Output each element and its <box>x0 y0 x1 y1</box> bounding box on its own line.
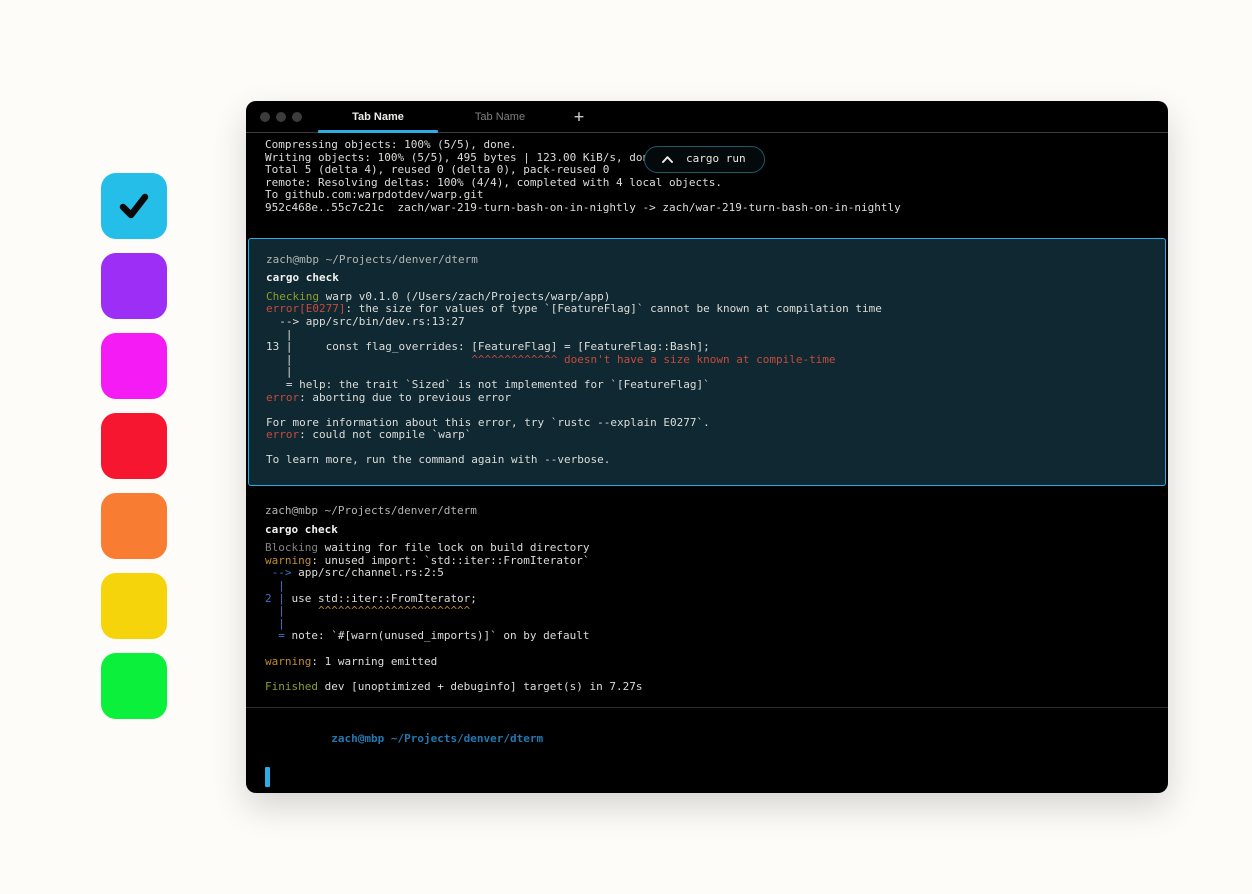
swatch-magenta[interactable] <box>101 333 167 399</box>
input-block[interactable]: zach@mbp ~/Projects/denver/dterm <box>246 708 1168 787</box>
new-tab-button[interactable]: + <box>564 101 594 133</box>
swatch-cyan[interactable] <box>101 173 167 239</box>
terminal-content: Compressing objects: 100% (5/5), done.Wr… <box>246 133 1168 792</box>
window-control-close[interactable] <box>260 112 270 122</box>
terminal-line: | ^^^^^^^^^^^^^ doesn't have a size know… <box>266 354 1148 367</box>
tab-label: Tab Name <box>475 111 525 124</box>
terminal-line: --> app/src/channel.rs:2:5 <box>265 567 1149 580</box>
prompt-text: zach@mbp ~/Projects/denver/dterm <box>331 732 543 745</box>
window-controls <box>260 101 302 133</box>
check-icon <box>115 187 153 225</box>
swatch-purple[interactable] <box>101 253 167 319</box>
page: Tab Name Tab Name + cargo run Compressin… <box>0 0 1252 894</box>
tab-inactive[interactable]: Tab Name <box>440 101 560 133</box>
swatch-yellow[interactable] <box>101 573 167 639</box>
window-control-maximize[interactable] <box>292 112 302 122</box>
tab-active[interactable]: Tab Name <box>318 101 438 133</box>
swatch-red[interactable] <box>101 413 167 479</box>
tab-label: Tab Name <box>352 111 404 124</box>
terminal-line: zach@mbp ~/Projects/denver/dterm <box>266 254 1148 267</box>
terminal-line: cargo check <box>265 524 1149 537</box>
swatch-orange[interactable] <box>101 493 167 559</box>
swatch-green[interactable] <box>101 653 167 719</box>
command-suggestion-pill[interactable]: cargo run <box>644 146 765 173</box>
terminal-line: warning: 1 warning emitted <box>265 656 1149 669</box>
title-bar: Tab Name Tab Name + <box>246 101 1168 133</box>
text-cursor <box>265 767 270 787</box>
terminal-line: cargo check <box>266 272 1148 285</box>
chevron-up-icon <box>661 155 674 164</box>
terminal-line: To learn more, run the command again wit… <box>266 454 1148 467</box>
terminal-window: Tab Name Tab Name + cargo run Compressin… <box>246 101 1168 793</box>
command-block-error-selected[interactable]: zach@mbp ~/Projects/denver/dterm cargo ch… <box>248 238 1166 487</box>
terminal-line: Finished dev [unoptimized + debuginfo] t… <box>265 681 1149 694</box>
command-block-warning[interactable]: zach@mbp ~/Projects/denver/dterm cargo ch… <box>248 489 1166 707</box>
terminal-line: error: could not compile `warp` <box>266 429 1148 442</box>
terminal-line: zach@mbp ~/Projects/denver/dterm <box>265 505 1149 518</box>
color-swatch-list <box>101 173 167 733</box>
terminal-line: 952c468e..55c7c21c zach/war-219-turn-bas… <box>265 202 1168 215</box>
terminal-line: error: aborting due to previous error <box>266 392 1148 405</box>
terminal-line: | ^^^^^^^^^^^^^^^^^^^^^^^ <box>265 605 1149 618</box>
pill-label: cargo run <box>686 153 746 166</box>
terminal-line: --> app/src/bin/dev.rs:13:27 <box>266 316 1148 329</box>
window-control-minimize[interactable] <box>276 112 286 122</box>
active-tab-underline <box>318 130 438 133</box>
terminal-line: = note: `#[warn(unused_imports)]` on by … <box>265 630 1149 643</box>
